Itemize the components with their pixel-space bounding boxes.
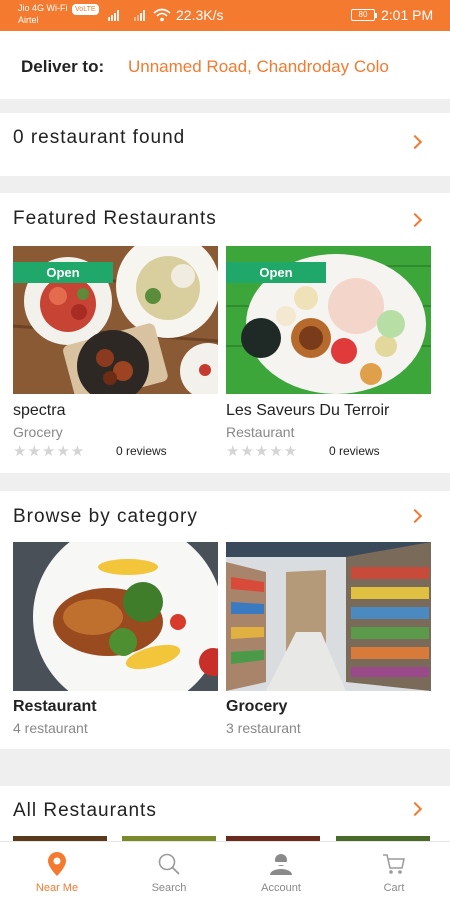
delivery-address[interactable]: Unnamed Road, Chandroday Colo [128,57,428,77]
bottom-tab-bar: Near Me Search Account Cart [0,841,450,900]
tab-account[interactable]: Account [236,842,326,900]
review-count: 0 reviews [329,444,380,458]
restaurant-type: Grocery [13,424,63,440]
battery-icon: 80 [351,9,377,21]
volte-badge: VoLTE [72,4,99,15]
carrier-info: Jio 4G Wi-Fi VoLTE Airtel [18,3,99,26]
signal-icon-2 [134,10,145,21]
category-name: Grocery [226,698,288,715]
carrier-name-2: Airtel [18,15,39,25]
category-image [226,542,431,691]
restaurant-type: Restaurant [226,424,295,440]
tab-label: Cart [383,882,405,894]
section-title: Browse by category [13,506,198,527]
restaurant-name: Les Saveurs Du Terroir [226,402,390,419]
tab-label: Near Me [35,882,79,894]
rating-stars-icon: ★★★★★ [13,443,86,460]
category-name: Restaurant [13,698,97,715]
signal-icon [108,10,119,21]
chevron-right-icon[interactable] [407,508,423,524]
chevron-right-icon[interactable] [407,212,423,228]
carrier-name: Jio 4G Wi-Fi [18,3,68,13]
status-bar: Jio 4G Wi-Fi VoLTE Airtel 22.3K/s 80 2:0… [0,0,450,31]
open-badge: Open [13,262,113,283]
tab-near-me[interactable]: Near Me [12,842,102,900]
tab-cart[interactable]: Cart [349,842,439,900]
review-count: 0 reviews [116,444,167,458]
restaurant-name: spectra [13,402,66,419]
network-speed: 22.3K/s [176,7,224,23]
all-restaurants-section: All Restaurants [0,786,450,841]
restaurants-found-row[interactable]: 0 restaurant found [0,113,450,176]
section-title: Featured Restaurants [13,208,217,229]
category-image [13,542,218,691]
browse-by-category-section: Browse by category Restaurant 4 restaura… [0,491,450,749]
featured-restaurants-section: Featured Restaurants Open spectra Grocer… [0,193,450,473]
restaurant-image: Open [226,246,431,394]
tab-search[interactable]: Search [124,842,214,900]
tab-label: Search [151,882,187,894]
location-pin-icon [48,852,66,876]
wifi-icon [153,8,171,22]
cart-icon [383,854,405,874]
rating-stars-icon: ★★★★★ [226,443,299,460]
category-count: 4 restaurant [13,720,88,736]
deliver-to-label: Deliver to: [21,57,105,76]
chevron-right-icon[interactable] [407,134,423,150]
search-icon [158,853,180,875]
category-count: 3 restaurant [226,720,301,736]
chevron-right-icon[interactable] [407,801,423,817]
restaurant-image: Open [13,246,218,394]
open-badge: Open [226,262,326,283]
tab-label: Account [261,882,301,894]
account-icon [270,854,292,875]
section-title: All Restaurants [13,800,157,821]
delivery-location-bar[interactable]: Deliver to: Unnamed Road, Chandroday Col… [0,31,450,99]
restaurants-found-text: 0 restaurant found [13,127,186,148]
clock: 2:01 PM [381,7,434,23]
